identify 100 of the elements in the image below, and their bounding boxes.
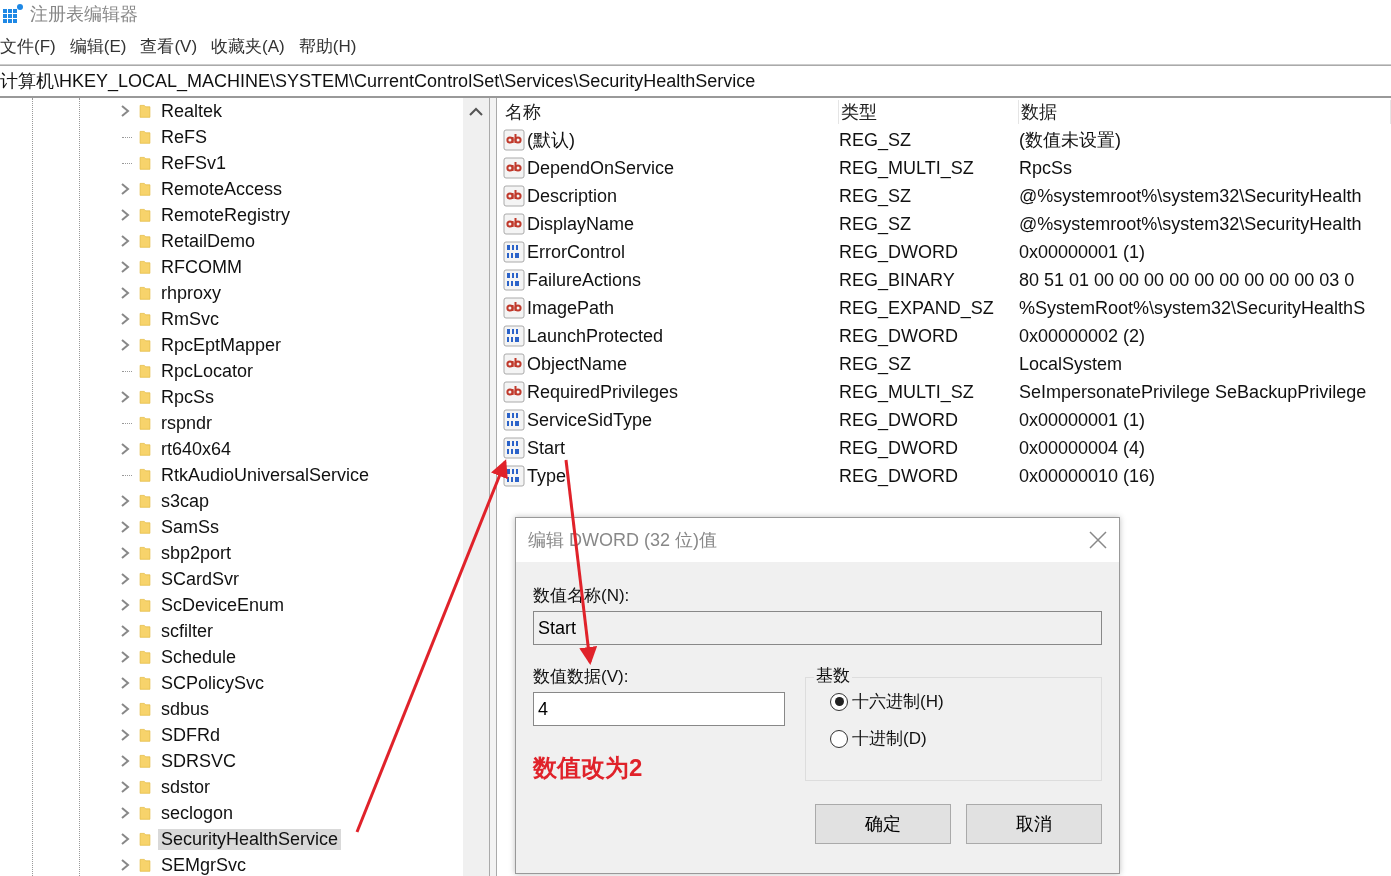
tree-item[interactable]: RpcLocator (158, 360, 257, 382)
value-type: REG_MULTI_SZ (839, 157, 975, 179)
tree-item[interactable]: sbp2port (158, 542, 235, 564)
value-data: 0x00000001 (1) (1019, 241, 1147, 263)
address-bar[interactable]: 计算机\HKEY_LOCAL_MACHINE\SYSTEM\CurrentControlSet\Services\SecurityHealthService (0, 69, 756, 93)
ok-button[interactable]: 确定 (815, 804, 951, 844)
folder-icon (138, 702, 152, 716)
folder-icon (138, 624, 152, 638)
string-value-icon (503, 381, 525, 403)
value-name[interactable]: LaunchProtected (527, 325, 664, 347)
value-type: REG_DWORD (839, 241, 959, 263)
binary-value-icon (503, 241, 525, 263)
tree-item[interactable]: RetailDemo (158, 230, 259, 252)
column-header[interactable]: 数据 (1019, 100, 1391, 124)
folder-icon (138, 754, 152, 768)
string-value-icon (503, 157, 525, 179)
tree-item[interactable]: ReFS (158, 126, 210, 148)
menu-item[interactable]: 文件(F) (0, 34, 56, 58)
pane-splitter[interactable] (489, 98, 497, 876)
binary-value-icon (503, 409, 525, 431)
string-value-icon (503, 353, 525, 375)
string-value-icon (503, 297, 525, 319)
value-name-field[interactable]: Start (533, 611, 1102, 645)
value-name[interactable]: ObjectName (527, 353, 628, 375)
value-type: REG_DWORD (839, 437, 959, 459)
tree-item[interactable]: SDFRd (158, 724, 223, 746)
menu-item[interactable]: 查看(V) (140, 34, 198, 58)
folder-icon (138, 260, 152, 274)
value-name[interactable]: Description (527, 185, 618, 207)
menu-item[interactable]: 收藏夹(A) (211, 34, 285, 58)
close-icon[interactable] (1089, 531, 1107, 549)
tree-item[interactable]: rspndr (158, 412, 216, 434)
tree-item[interactable]: sdbus (158, 698, 213, 720)
folder-icon (138, 130, 152, 144)
folder-icon (138, 728, 152, 742)
value-data: 0x00000010 (16) (1019, 465, 1157, 487)
tree-item[interactable]: RFCOMM (158, 256, 245, 278)
tree-item[interactable]: RpcEptMapper (158, 334, 285, 356)
value-name[interactable]: DisplayName (527, 213, 635, 235)
value-name[interactable]: FailureActions (527, 269, 642, 291)
tree-item[interactable]: RpcSs (158, 386, 217, 408)
value-type: REG_EXPAND_SZ (839, 297, 995, 319)
window-title: 注册表编辑器 (30, 3, 138, 26)
radio-button[interactable] (830, 692, 848, 711)
value-data: @%systemroot%\system32\SecurityHealth (1019, 213, 1363, 235)
scrollbar[interactable] (463, 98, 489, 876)
folder-icon (138, 416, 152, 430)
folder-icon (138, 676, 152, 690)
value-name[interactable]: Start (527, 437, 565, 459)
folder-icon (138, 494, 152, 508)
menu-item[interactable]: 编辑(E) (69, 34, 127, 58)
cancel-button[interactable]: 取消 (966, 804, 1102, 844)
value-data-field[interactable]: 4 (533, 692, 785, 726)
value-name[interactable]: ServiceSidType (527, 409, 653, 431)
folder-icon (138, 156, 152, 170)
folder-icon (138, 806, 152, 820)
tree-item[interactable]: scfilter (158, 620, 216, 642)
tree-item[interactable]: Realtek (158, 100, 226, 122)
tree-item[interactable]: rt640x64 (158, 438, 235, 460)
folder-icon (138, 832, 152, 846)
value-data: @%systemroot%\system32\SecurityHealth (1019, 185, 1363, 207)
value-type: REG_MULTI_SZ (839, 381, 975, 403)
tree-item[interactable]: SDRSVC (158, 750, 239, 772)
value-data: 0x00000004 (4) (1019, 437, 1147, 459)
tree-item[interactable]: s3cap (158, 490, 213, 512)
tree-item[interactable]: ScDeviceEnum (158, 594, 288, 616)
folder-icon (138, 520, 152, 534)
value-name[interactable]: Type (527, 465, 567, 487)
tree-item[interactable]: SCardSvr (158, 568, 243, 590)
value-name[interactable]: ImagePath (527, 297, 615, 319)
radio-button[interactable] (830, 729, 848, 748)
scroll-up-icon[interactable] (468, 106, 484, 118)
tree-item[interactable]: ReFSv1 (158, 152, 230, 174)
folder-icon (138, 598, 152, 612)
value-name[interactable]: ErrorControl (527, 241, 626, 263)
tree-item[interactable]: SamSs (158, 516, 223, 538)
column-header[interactable]: 类型 (839, 100, 1019, 124)
column-header[interactable]: 名称 (503, 100, 839, 124)
value-name[interactable]: DependOnService (527, 157, 675, 179)
tree-item[interactable]: RmSvc (158, 308, 222, 330)
group-label: 基数 (814, 664, 852, 687)
radio-label[interactable]: 十进制(D) (852, 727, 927, 750)
value-type: REG_DWORD (839, 409, 959, 431)
value-name[interactable]: RequiredPrivileges (527, 381, 679, 403)
tree-item[interactable]: SecurityHealthService (158, 828, 342, 850)
tree-item[interactable]: SCPolicySvc (158, 672, 268, 694)
menu-item[interactable]: 帮助(H) (298, 34, 357, 58)
tree-item[interactable]: RemoteRegistry (158, 204, 294, 226)
value-type: REG_SZ (839, 353, 913, 375)
folder-icon (138, 208, 152, 222)
tree-item[interactable]: sdstor (158, 776, 214, 798)
tree-item[interactable]: Schedule (158, 646, 240, 668)
tree-item[interactable]: SEMgrSvc (158, 854, 250, 876)
tree-item[interactable]: RtkAudioUniversalService (158, 464, 373, 486)
tree-item[interactable]: rhproxy (158, 282, 225, 304)
folder-icon (138, 468, 152, 482)
value-name[interactable]: (默认) (527, 128, 575, 152)
radio-label[interactable]: 十六进制(H) (852, 690, 944, 713)
tree-item[interactable]: seclogon (158, 802, 237, 824)
tree-item[interactable]: RemoteAccess (158, 178, 286, 200)
